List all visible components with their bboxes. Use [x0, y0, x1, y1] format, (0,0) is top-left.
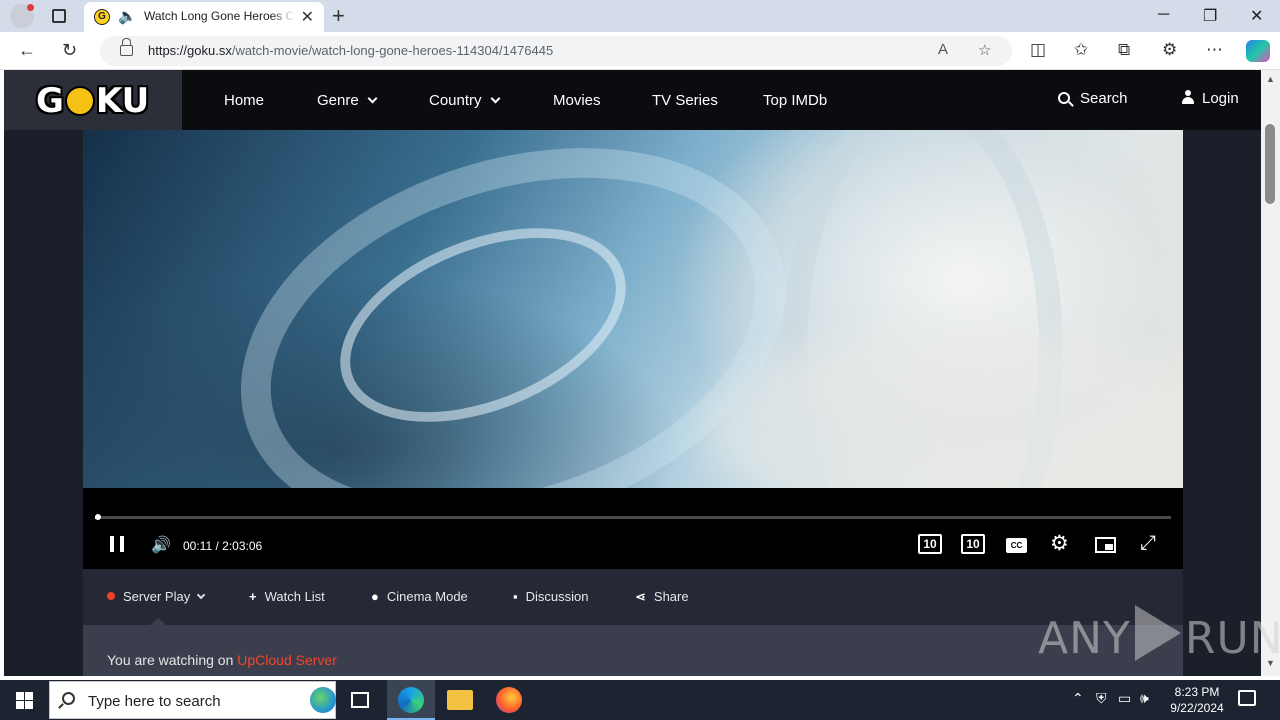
profile-avatar-icon[interactable]: [10, 4, 34, 28]
page-scrollbar[interactable]: ▲ ▼: [1261, 70, 1280, 676]
server-play-dropdown[interactable]: Server Play: [107, 589, 206, 604]
pause-icon[interactable]: [110, 536, 124, 552]
favorites-icon[interactable]: ✩: [1074, 40, 1088, 60]
web-page: G KU Home Genre Country Movies TV Series …: [4, 70, 1261, 676]
system-clock[interactable]: 8:23 PM 9/22/2024: [1162, 684, 1232, 716]
url-text[interactable]: https://goku.sx/watch-movie/watch-long-g…: [148, 43, 553, 58]
tab-title: Watch Long Gone Heroes Online: [144, 9, 294, 23]
site-header: G KU Home Genre Country Movies TV Series …: [4, 70, 1261, 130]
browser-tab-bar: G 🔈 Watch Long Gone Heroes Online ✕ + ─ …: [0, 0, 1280, 32]
duration: 2:03:06: [222, 539, 263, 553]
watching-message: You are watching on UpCloud Server: [107, 652, 337, 668]
clock-time: 8:23 PM: [1174, 685, 1220, 699]
search-placeholder: Type here to search: [88, 693, 221, 710]
watch-list-button[interactable]: + Watch List: [249, 589, 325, 604]
taskbar-search-box[interactable]: Type here to search: [49, 681, 336, 719]
read-aloud-icon[interactable]: A: [938, 41, 948, 58]
tray-chevron-icon[interactable]: ⌃: [1072, 690, 1084, 707]
network-icon[interactable]: ▭: [1118, 690, 1131, 707]
refresh-icon[interactable]: ↻: [62, 40, 77, 61]
lightbulb-icon: ●: [371, 589, 379, 604]
address-bar[interactable]: https://goku.sx/watch-movie/watch-long-g…: [100, 36, 1012, 66]
edge-browser-icon[interactable]: [398, 687, 424, 713]
picture-in-picture-icon[interactable]: [1095, 537, 1116, 553]
player-action-bar: Server Play + Watch List ● Cinema Mode ▪ Di…: [83, 569, 1183, 625]
anyrun-watermark: ANY RUN: [1038, 605, 1280, 664]
rewind-10-icon[interactable]: 10: [918, 534, 942, 554]
video-frame[interactable]: [83, 130, 1183, 488]
minimize-button[interactable]: ─: [1158, 6, 1169, 24]
cinema-mode-button[interactable]: ● Cinema Mode: [371, 589, 468, 604]
scroll-up-icon[interactable]: ▲: [1266, 74, 1275, 84]
search-icon: [62, 692, 75, 705]
collections-icon[interactable]: ⧉: [1118, 40, 1130, 60]
search-button[interactable]: Search: [1058, 90, 1128, 107]
nav-home[interactable]: Home: [224, 92, 264, 109]
more-icon[interactable]: ⋯: [1206, 40, 1223, 60]
site-logo[interactable]: G KU: [36, 81, 149, 121]
progress-bar[interactable]: [95, 514, 1171, 520]
server-info-panel: You are watching on UpCloud Server: [83, 625, 1183, 676]
plus-icon: +: [249, 589, 257, 604]
chat-icon: ▪: [513, 589, 518, 604]
tab-audio-playing-icon[interactable]: 🔈: [118, 7, 137, 25]
share-icon: ⋖: [635, 589, 646, 604]
search-icon: [1058, 92, 1070, 104]
browser-toolbar: ← ↻ https://goku.sx/watch-movie/watch-lo…: [0, 32, 1280, 70]
close-window-button[interactable]: ✕: [1250, 6, 1263, 26]
windows-taskbar: Type here to search ⌃ ⛨ ▭ 🕪 8:23 PM 9/22…: [0, 680, 1280, 720]
chevron-down-icon: [367, 93, 378, 104]
lock-icon[interactable]: [120, 38, 133, 56]
firefox-icon[interactable]: [496, 687, 522, 713]
back-icon[interactable]: ←: [18, 40, 36, 61]
restore-button[interactable]: ❐: [1203, 6, 1217, 26]
tab-actions-icon[interactable]: [52, 9, 66, 23]
scrollbar-thumb[interactable]: [1265, 124, 1275, 204]
new-tab-button[interactable]: +: [332, 3, 345, 29]
extensions-icon[interactable]: ⚙: [1162, 40, 1177, 60]
chevron-down-icon: [490, 93, 500, 104]
chevron-down-icon: [196, 590, 206, 600]
nav-top-imdb[interactable]: Top IMDb: [763, 92, 827, 109]
settings-gear-icon[interactable]: ⚙: [1050, 531, 1069, 556]
copilot-icon[interactable]: [1246, 40, 1270, 62]
captions-icon[interactable]: CC: [1006, 538, 1027, 553]
windows-start-icon[interactable]: [16, 692, 33, 709]
browser-tab-active[interactable]: G 🔈 Watch Long Gone Heroes Online ✕: [84, 2, 324, 32]
login-button[interactable]: Login: [1182, 90, 1239, 107]
search-highlight-icon[interactable]: [310, 687, 336, 713]
discussion-button[interactable]: ▪ Discussion: [513, 589, 588, 604]
nav-genre[interactable]: Genre: [317, 92, 378, 109]
clock-date: 9/22/2024: [1170, 701, 1224, 715]
nav-tv-series[interactable]: TV Series: [652, 92, 718, 109]
play-triangle-icon: [1134, 605, 1181, 661]
fullscreen-icon[interactable]: ⤢: [1140, 532, 1156, 555]
task-view-icon[interactable]: [351, 692, 369, 708]
notification-icon[interactable]: [1238, 690, 1256, 706]
speaker-icon[interactable]: 🕪: [1140, 690, 1149, 707]
split-screen-icon[interactable]: ◫: [1030, 40, 1046, 60]
nav-movies[interactable]: Movies: [553, 92, 601, 109]
favorite-star-icon[interactable]: ☆: [978, 41, 991, 59]
server-name[interactable]: UpCloud Server: [237, 652, 337, 668]
share-button[interactable]: ⋖ Share: [635, 589, 689, 605]
logo-container[interactable]: G KU: [4, 70, 182, 130]
progress-handle[interactable]: [95, 514, 101, 520]
status-dot-icon: [107, 592, 115, 600]
security-icon[interactable]: ⛨: [1096, 690, 1107, 707]
file-explorer-icon[interactable]: [447, 690, 473, 710]
video-player[interactable]: 🔊 00:11 / 2:03:06 10 10 CC ⚙ ⤢: [83, 130, 1183, 569]
dropdown-caret: [150, 618, 166, 625]
tab-close-button[interactable]: ✕: [301, 7, 314, 27]
volume-icon[interactable]: 🔊: [151, 535, 171, 555]
time-display: 00:11 / 2:03:06: [183, 539, 263, 553]
current-time: 00:11: [183, 539, 213, 553]
site-favicon-icon: G: [94, 9, 110, 25]
user-icon: [1182, 90, 1194, 104]
nav-country[interactable]: Country: [429, 92, 500, 109]
forward-10-icon[interactable]: 10: [961, 534, 985, 554]
